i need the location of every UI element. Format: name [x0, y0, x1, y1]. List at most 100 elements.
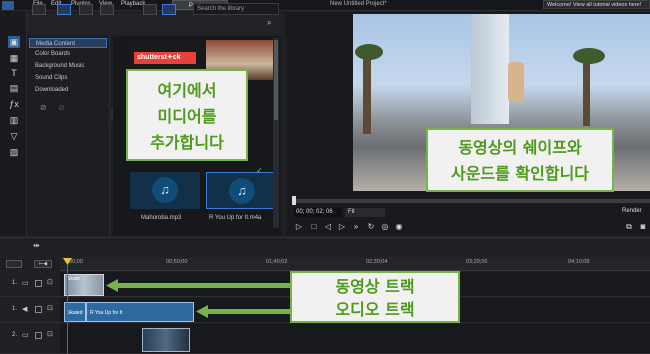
checkmark-icon: ✓	[256, 166, 263, 175]
palm-leaves	[573, 48, 605, 64]
split-handle-icon[interactable]: ⇹	[33, 241, 40, 250]
subtitle-room-icon[interactable]: ▨	[8, 146, 20, 158]
track-enable-checkbox[interactable]	[35, 280, 42, 287]
category-color-boards[interactable]: Color Boards	[29, 49, 107, 59]
media-label: Mahoroba.mp3	[141, 215, 182, 221]
audio-clip[interactable]: R You Up for It	[86, 302, 194, 322]
project-title: New Untitled Project*	[330, 1, 387, 7]
callout-line: 동영상의 쉐이프와	[458, 138, 582, 157]
track-number: 2.	[12, 332, 18, 338]
track-enable-checkbox[interactable]	[35, 332, 42, 339]
track-header-video-1: 1. ▭ ⊡	[0, 272, 60, 297]
audio-track-icon: ◀	[22, 306, 28, 313]
callout-line: 오디오 트랙	[335, 300, 415, 319]
media-label: R You Up for It.m4a	[209, 215, 262, 221]
fx-room-icon[interactable]: ▦	[8, 52, 20, 64]
timeline-ruler[interactable]: 00;00 00;50;00 01;40;02 02;30;04 03;20;0…	[60, 257, 650, 271]
fit-dropdown[interactable]: Fit	[345, 208, 385, 217]
category-background-music[interactable]: Background Music	[29, 61, 107, 71]
library-scroll-thumb[interactable]	[274, 40, 278, 120]
next-frame-icon[interactable]: ▷	[337, 222, 347, 232]
grid-view-icon[interactable]	[162, 4, 176, 15]
filter-video-icon[interactable]	[57, 4, 71, 15]
track-manager-icon[interactable]	[6, 260, 22, 268]
welcome-banner[interactable]: Welcome! View all tutorial videos here!	[543, 0, 650, 9]
seek-handle[interactable]	[292, 196, 296, 205]
video-clip[interactable]	[142, 328, 190, 352]
preview-seekbar[interactable]	[292, 199, 650, 203]
track-enable-checkbox[interactable]	[35, 306, 42, 313]
callout-line: 사운드를 확인합니다	[450, 164, 590, 183]
video-track-icon: ▭	[22, 280, 29, 287]
palm-leaves	[355, 44, 383, 60]
lock-icon[interactable]: ⊡	[47, 278, 53, 286]
category-media-content[interactable]: Media Content	[29, 38, 107, 48]
prev-frame-icon[interactable]: ◁	[323, 222, 333, 232]
media-room-icon[interactable]: ▣	[8, 36, 20, 48]
track-header-audio-1: 1. ◀ ⊡	[0, 298, 60, 323]
app-icon	[2, 1, 14, 10]
ruler-tick-label: 04;10;08	[568, 259, 590, 265]
menu-playback[interactable]: Playback	[121, 1, 145, 7]
snapshot-icon[interactable]: ◙	[638, 222, 648, 232]
fast-forward-icon[interactable]: »	[351, 222, 361, 232]
effects-room-icon[interactable]: ƒx	[8, 98, 20, 110]
ruler-tick-label: 03;20;06	[466, 259, 488, 265]
volume-icon[interactable]: ◉	[394, 222, 404, 232]
media-thumb-mahoroba[interactable]: ♫	[130, 172, 200, 209]
render-button[interactable]: Render	[622, 208, 642, 214]
music-note-icon: ♫	[229, 178, 255, 204]
particle-room-icon[interactable]: ▽	[8, 130, 20, 142]
timeline-toolbar	[0, 237, 650, 256]
callout-line: 동영상 트랙	[335, 277, 415, 296]
category-downloaded[interactable]: Downloaded	[29, 85, 107, 95]
ruler-tick-label: 01;40;02	[266, 259, 288, 265]
tag-remove-icon[interactable]: ⊘	[58, 103, 65, 112]
shutterstock-logo: shutterst✦ck	[134, 52, 196, 64]
timecode-display[interactable]: 00; 00; 02; 06	[294, 208, 342, 217]
callout-line: 여기에서	[157, 81, 217, 100]
clip-label: Skate	[67, 276, 80, 282]
playhead[interactable]	[67, 258, 68, 354]
media-thumb-r-you-up[interactable]: ♫	[206, 172, 276, 209]
ruler-tick-label: 02;30;04	[366, 259, 388, 265]
category-sound-clips[interactable]: Sound Clips	[29, 73, 107, 83]
lock-icon[interactable]: ⊡	[47, 304, 53, 312]
video-track-icon: ▭	[22, 332, 29, 339]
undock-icon[interactable]: ⧉	[624, 222, 634, 232]
title-room-icon[interactable]: T	[8, 67, 20, 79]
tag-add-icon[interactable]: ⊘	[40, 103, 47, 112]
arrow-shaft	[206, 309, 290, 314]
arrow-shaft	[116, 283, 290, 288]
callout-line: 추가합니다	[150, 133, 224, 152]
library-toolbar	[27, 14, 282, 34]
mute-icon[interactable]: ◎	[380, 222, 390, 232]
callout-line: 미디어를	[157, 107, 217, 126]
filter-image-icon[interactable]	[79, 4, 93, 15]
marker-icon[interactable]: ⊢◀	[34, 260, 52, 268]
add-media-callout: 여기에서 미디어를 추가합니다	[126, 69, 248, 161]
search-icon[interactable]: ⌕	[267, 18, 271, 28]
pip-room-icon[interactable]: ▥	[8, 114, 20, 126]
preview-callout: 동영상의 쉐이프와 사운드를 확인합니다	[426, 128, 614, 192]
ruler-tick-label: 00;00	[69, 259, 83, 265]
video-clip[interactable]: Skate	[64, 274, 104, 296]
tracks-callout: 동영상 트랙 오디오 트랙	[290, 271, 460, 323]
list-view-icon[interactable]	[143, 4, 157, 15]
play-icon[interactable]: ▷	[294, 222, 304, 232]
building-shape	[471, 14, 509, 124]
stop-icon[interactable]: □	[309, 222, 319, 232]
track-number: 1.	[12, 280, 18, 286]
lock-icon[interactable]: ⊡	[47, 330, 53, 338]
loop-icon[interactable]: ↻	[366, 222, 376, 232]
person-figure	[508, 62, 524, 102]
track-number: 1.	[12, 306, 18, 312]
filter-audio-icon[interactable]	[100, 4, 114, 15]
ruler-tick-label: 00;50;00	[166, 259, 188, 265]
transition-room-icon[interactable]: ▤	[8, 82, 20, 94]
clip-label: Skated	[67, 310, 83, 316]
import-media-button[interactable]	[32, 4, 46, 15]
clip-label: R You Up for It	[90, 310, 123, 316]
search-input[interactable]: Search the library	[193, 3, 279, 15]
track-header-video-2: 2. ▭ ⊡	[0, 324, 60, 354]
